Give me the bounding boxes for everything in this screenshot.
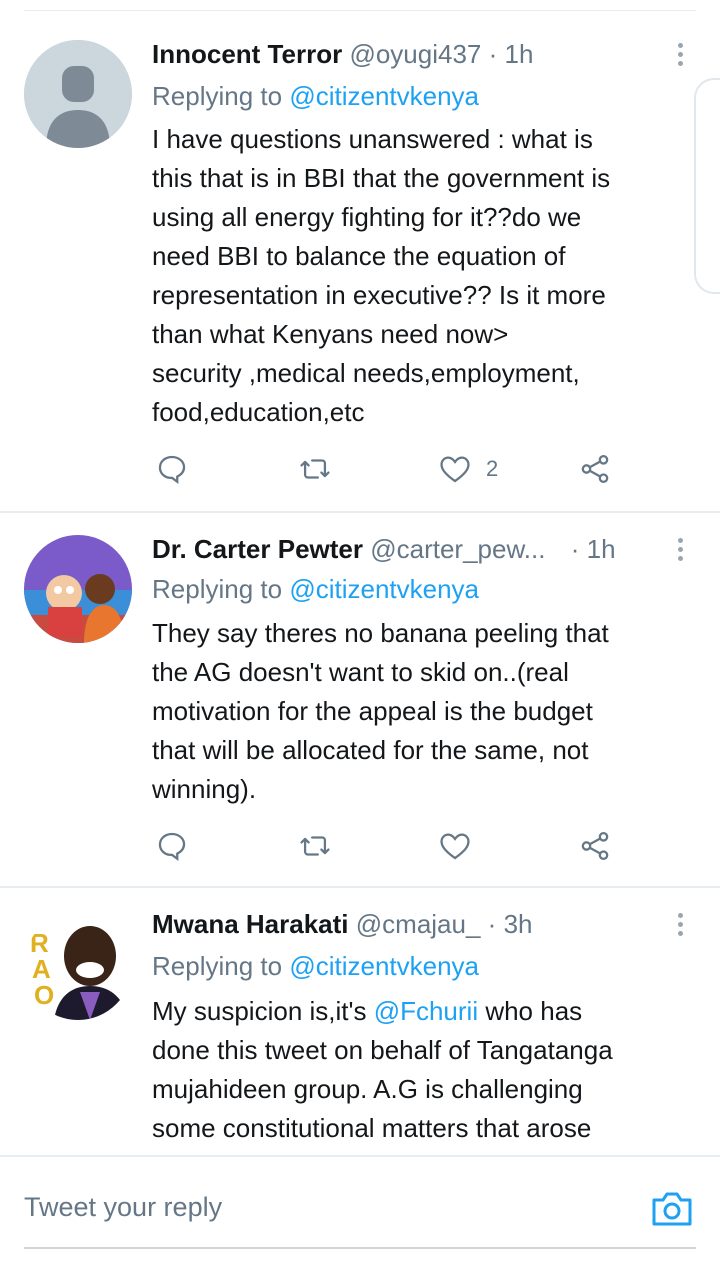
text-line: the AG doesn't want to skid on..(real <box>152 657 569 687</box>
timestamp: 3h <box>503 909 533 939</box>
replying-to: Replying to @citizentvkenya <box>152 80 479 112</box>
tweet[interactable]: Innocent Terror @oyugi437 · 1h Replying … <box>0 0 720 512</box>
svg-text:O: O <box>34 980 54 1010</box>
text-line: this that is in BBI that the government … <box>152 163 611 193</box>
text-line: need BBI to balance the equation of <box>152 241 566 271</box>
text-line: some constitutional matters that arose <box>152 1113 592 1143</box>
share-button[interactable] <box>578 829 612 863</box>
user-handle[interactable]: @oyugi437 <box>349 39 481 69</box>
text-line: winning). <box>152 774 257 804</box>
share-button[interactable] <box>578 452 612 486</box>
heart-icon <box>440 833 470 860</box>
mention-link[interactable]: @citizentvkenya <box>289 81 479 111</box>
text-line: security ,medical needs,employment, <box>152 358 580 388</box>
like-button[interactable] <box>438 829 472 863</box>
reply-button[interactable] <box>155 829 189 863</box>
separator: · <box>488 39 498 69</box>
like-count: 2 <box>486 456 499 481</box>
text-line: motivation for the appeal is the budget <box>152 696 593 726</box>
text-line: using all energy fighting for it??do we <box>152 202 582 232</box>
timestamp: 1h <box>504 39 534 69</box>
text-line: food,education,etc <box>152 397 365 427</box>
like-button[interactable]: 2 <box>438 452 498 486</box>
mention-link[interactable]: @citizentvkenya <box>289 951 479 981</box>
share-icon <box>581 454 609 484</box>
camera-icon <box>652 1192 692 1226</box>
tweet[interactable]: R A O Mwana Harakati @cmajau_ · 3h Reply… <box>0 888 720 1155</box>
replying-to: Replying to @citizentvkenya <box>152 573 479 605</box>
tweet-text: My suspicion is,it's @Fchurii who has do… <box>152 992 697 1148</box>
text-line: representation in executive?? Is it more <box>152 280 606 310</box>
tweet-header: Innocent Terror @oyugi437 · 1h <box>152 38 533 70</box>
text-line: I have questions unanswered : what is <box>152 124 593 154</box>
share-icon <box>581 831 609 861</box>
more-options-icon[interactable] <box>670 910 690 940</box>
avatar[interactable] <box>24 535 132 643</box>
tweet-text: They say theres no banana peeling that t… <box>152 614 697 809</box>
text-line: My suspicion is,it's @Fchurii who has <box>152 992 697 1031</box>
display-name[interactable]: Mwana Harakati <box>152 909 349 939</box>
retweet-icon <box>300 836 330 856</box>
reply-input-underline <box>24 1247 696 1249</box>
display-name[interactable]: Dr. Carter Pewter <box>152 534 363 564</box>
text-fragment: who has <box>478 996 583 1026</box>
replying-to: Replying to @citizentvkenya <box>152 950 479 982</box>
default-avatar-icon <box>24 40 132 148</box>
text-fragment: My suspicion is,it's <box>152 996 374 1026</box>
reply-icon <box>158 455 186 485</box>
tweet-actions <box>0 829 720 869</box>
reply-button[interactable] <box>155 452 189 486</box>
reply-input[interactable]: Tweet your reply <box>24 1192 222 1223</box>
separator: · <box>487 909 497 939</box>
text-line: that will be allocated for the same, not <box>152 735 589 765</box>
replying-prefix: Replying to <box>152 574 283 604</box>
avatar[interactable]: R A O <box>24 912 132 1020</box>
photo-avatar-icon: R A O <box>24 912 132 1020</box>
text-line: They say theres no banana peeling that <box>152 618 609 648</box>
user-handle[interactable]: @cmajau_ <box>356 909 481 939</box>
replying-prefix: Replying to <box>152 81 283 111</box>
mention-link[interactable]: @Fchurii <box>374 996 478 1026</box>
reply-icon <box>158 832 186 862</box>
text-line: mujahideen group. A.G is challenging <box>152 1074 583 1104</box>
heart-icon <box>440 456 470 483</box>
camera-button[interactable] <box>650 1188 694 1230</box>
display-name[interactable]: Innocent Terror <box>152 39 342 69</box>
tweet-header: Dr. Carter Pewter @carter_pew... · 1h <box>152 533 616 565</box>
tweet-header: Mwana Harakati @cmajau_ · 3h <box>152 908 533 940</box>
mention-link[interactable]: @citizentvkenya <box>289 574 479 604</box>
separator: · <box>570 534 580 564</box>
tweet-text: I have questions unanswered : what is th… <box>152 120 697 432</box>
text-line: than what Kenyans need now> <box>152 319 509 349</box>
more-options-icon[interactable] <box>670 40 690 70</box>
tweet[interactable]: Dr. Carter Pewter @carter_pew... · 1h Re… <box>0 513 720 887</box>
avatar[interactable] <box>24 40 132 148</box>
user-handle[interactable]: @carter_pew... <box>370 534 545 564</box>
more-options-icon[interactable] <box>670 535 690 565</box>
replying-prefix: Replying to <box>152 951 283 981</box>
text-line: done this tweet on behalf of Tangatanga <box>152 1035 613 1065</box>
retweet-button[interactable] <box>298 452 332 486</box>
retweet-icon <box>300 459 330 479</box>
retweet-button[interactable] <box>298 829 332 863</box>
timestamp: 1h <box>586 534 616 564</box>
tweet-actions: 2 <box>0 452 720 492</box>
cartoon-avatar-icon <box>24 535 132 643</box>
